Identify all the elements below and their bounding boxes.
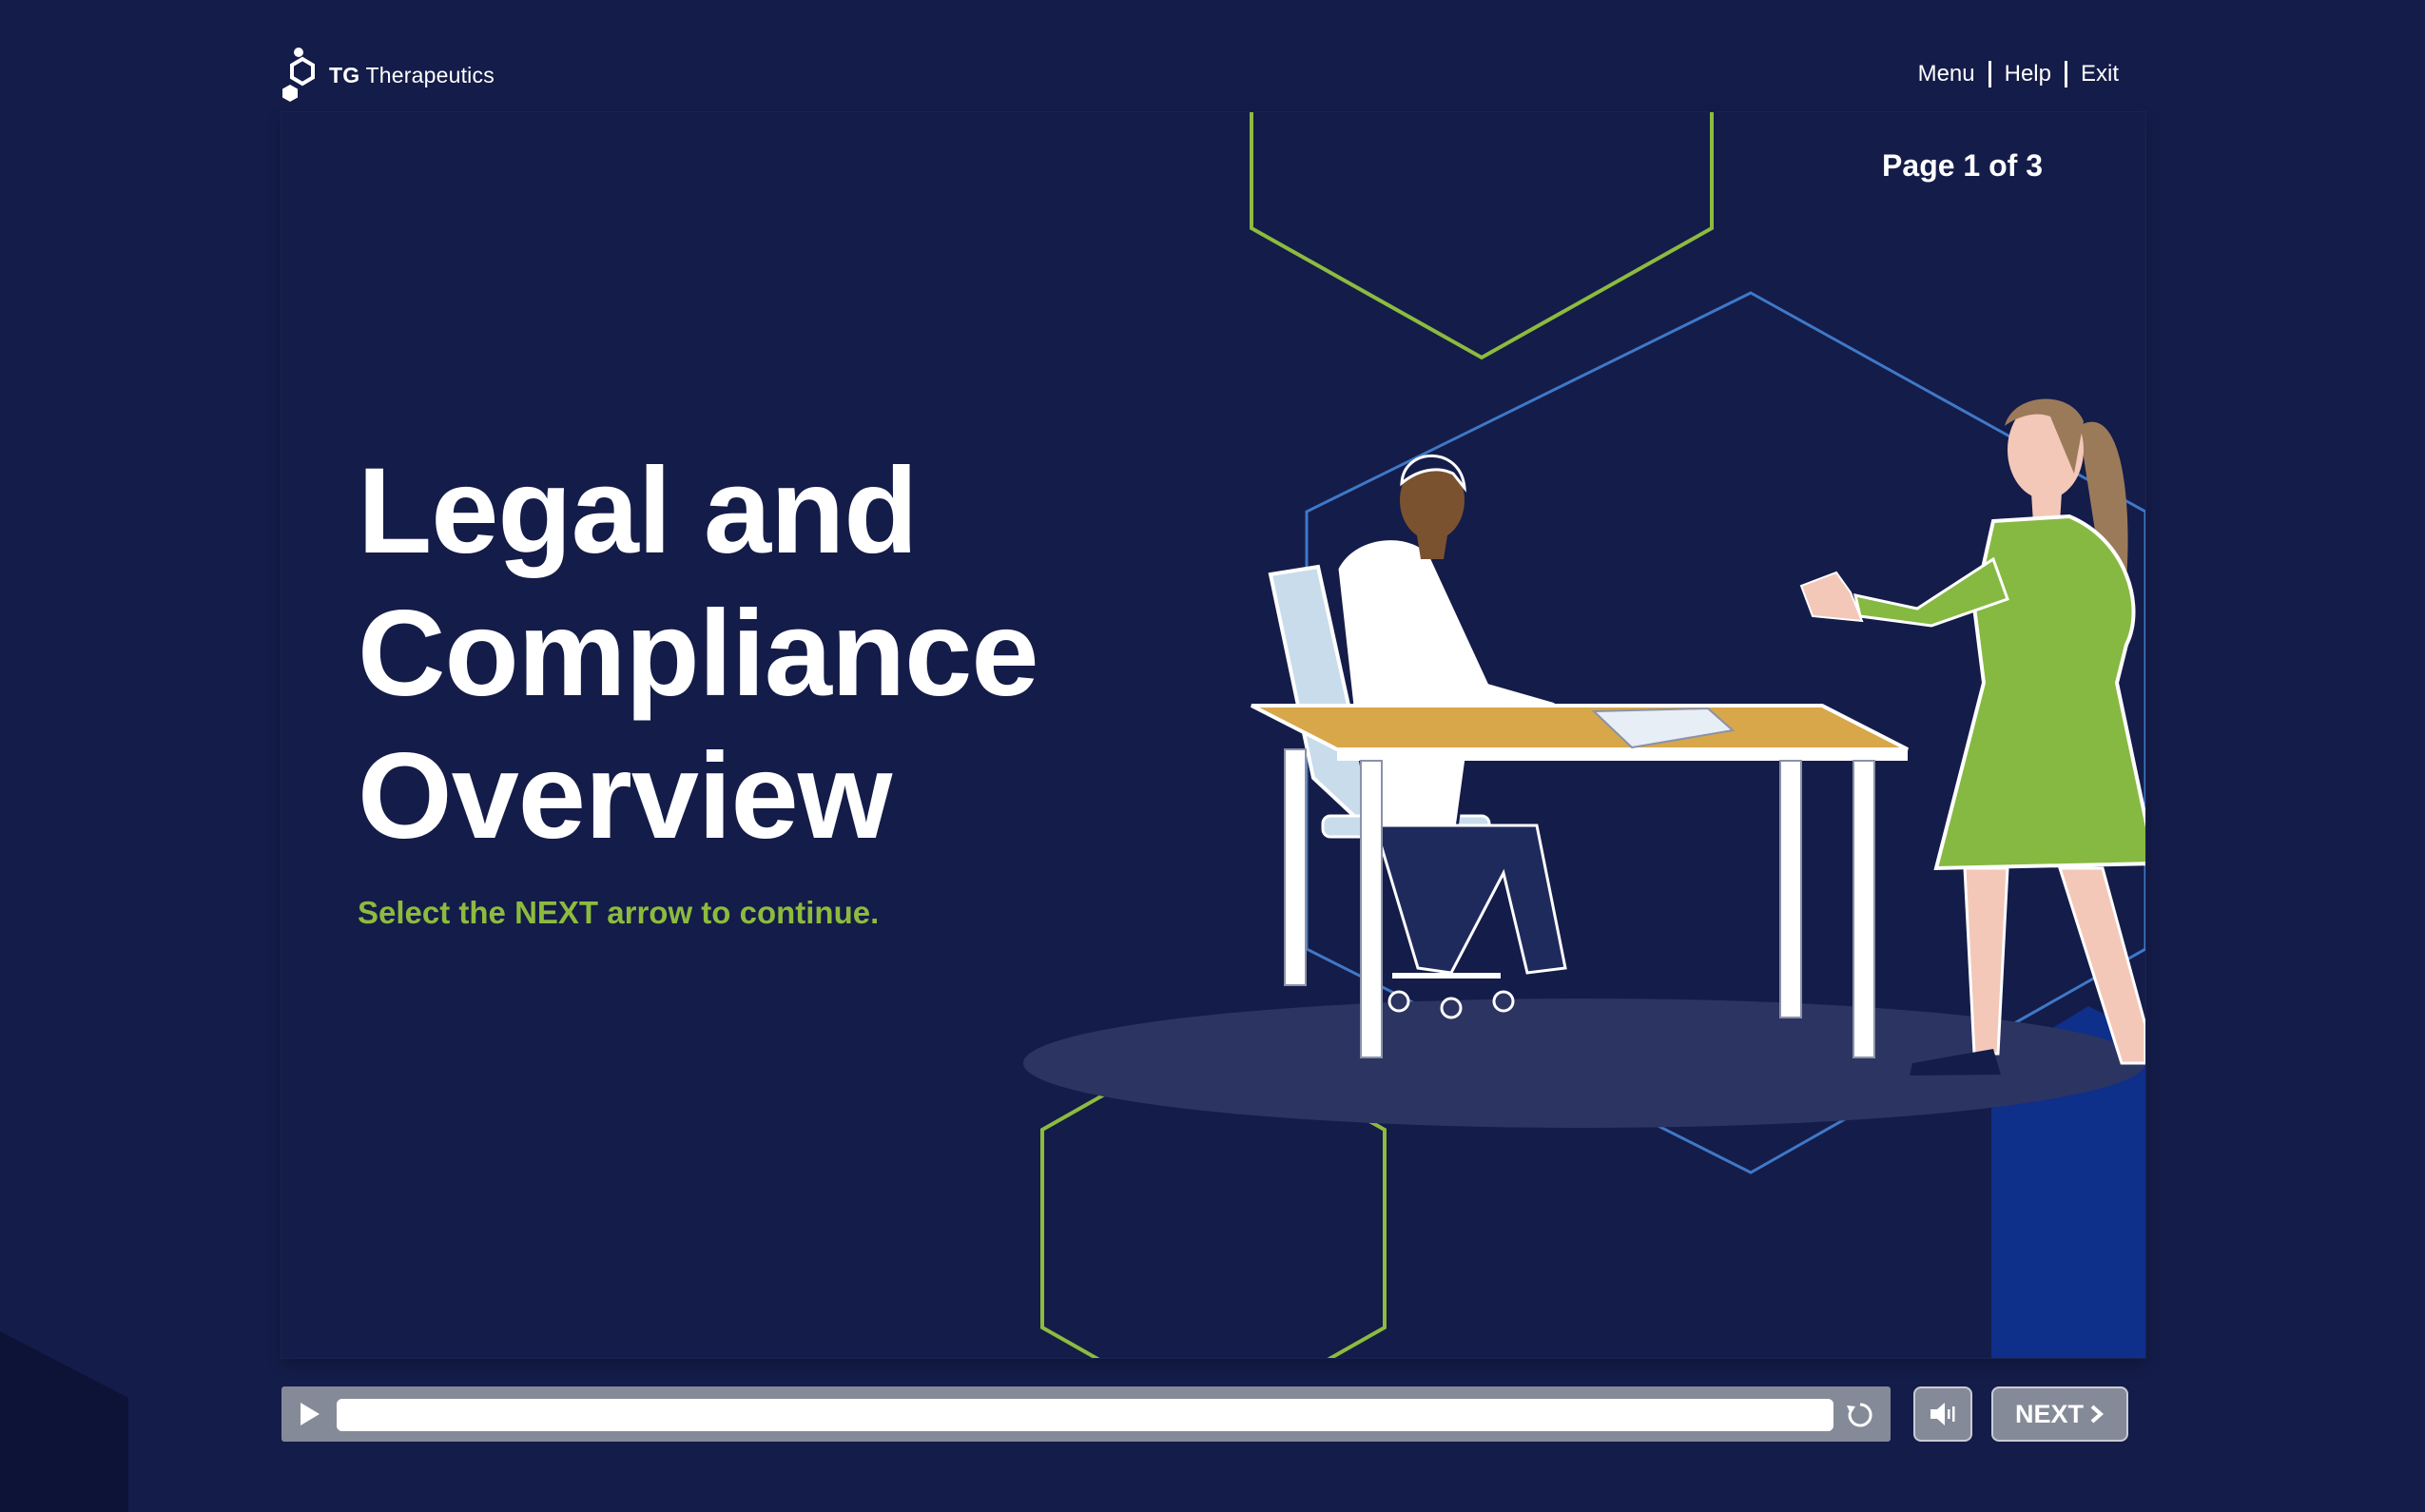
play-icon xyxy=(301,1403,320,1425)
top-navigation: Menu Help Exit xyxy=(1905,61,2132,87)
instruction-text: Select the NEXT arrow to continue. xyxy=(358,895,880,930)
blue-corner-block xyxy=(1991,1063,2145,1358)
slide-stage: Page 1 of 3 Legal and Compliance Overvie… xyxy=(281,112,2145,1358)
slide-title-line: Overview xyxy=(358,728,892,864)
slide-title-line: Legal and xyxy=(358,443,918,579)
volume-button[interactable] xyxy=(1913,1386,1972,1442)
seek-bar[interactable] xyxy=(337,1399,1833,1431)
seek-progress xyxy=(337,1399,1833,1431)
replay-icon xyxy=(1847,1403,1872,1427)
menu-link[interactable]: Menu xyxy=(1905,61,1988,87)
seek-track xyxy=(281,1386,1891,1442)
slide-title-block: Legal and Compliance Overview Select the… xyxy=(358,440,1118,931)
brand-name: TG Therapeutics xyxy=(329,62,495,87)
play-button[interactable] xyxy=(289,1394,329,1434)
slide-title-line: Compliance xyxy=(358,586,1039,722)
brand-logo: TG Therapeutics xyxy=(281,46,495,105)
page-indicator: Page 1 of 3 xyxy=(1882,148,2043,183)
next-button-label: NEXT xyxy=(2014,1399,2084,1428)
chevron-right-icon xyxy=(2090,1405,2105,1424)
replay-button[interactable] xyxy=(1841,1396,1879,1434)
help-link[interactable]: Help xyxy=(1991,61,2065,87)
hexagon-logo-icon xyxy=(282,48,315,102)
next-button[interactable]: NEXT xyxy=(1991,1386,2128,1442)
volume-icon xyxy=(1930,1403,1955,1425)
player-controls: NEXT xyxy=(281,1386,2132,1444)
exit-link[interactable]: Exit xyxy=(2067,61,2132,87)
corner-decoration xyxy=(0,1331,128,1512)
green-hexagon-top xyxy=(1250,112,1714,360)
